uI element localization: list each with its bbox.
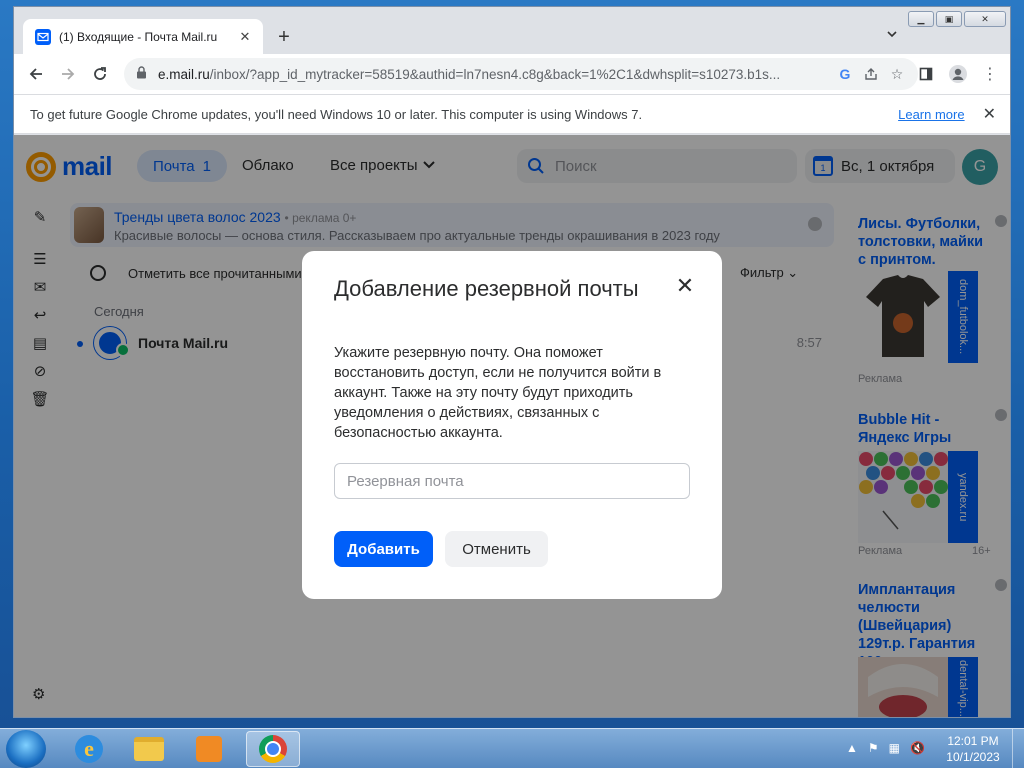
profile-icon[interactable]	[942, 58, 974, 90]
cancel-button[interactable]: Отменить	[445, 531, 548, 567]
system-tray: ▲ ⚑ ▦ 🔇	[846, 741, 925, 755]
internet-explorer-icon: e	[75, 735, 103, 763]
tab-inbox[interactable]: (1) Входящие - Почта Mail.ru ✕	[23, 19, 263, 54]
mail-page: mail Почта 1 Облако Все проекты Поиск 1 …	[14, 135, 1010, 717]
system-clock[interactable]: 12:01 PM 10/1/2023	[938, 733, 1008, 765]
network-icon[interactable]: ▦	[889, 741, 900, 755]
tab-strip: (1) Входящие - Почта Mail.ru ✕ + ▁ ▣ ✕	[14, 7, 1010, 54]
new-tab-button[interactable]: +	[272, 25, 296, 49]
chrome-icon	[259, 735, 287, 763]
media-player-icon	[196, 736, 222, 762]
tray-expand-icon[interactable]: ▲	[846, 741, 858, 755]
backup-email-input[interactable]	[334, 463, 690, 499]
minimize-button[interactable]: ▁	[908, 11, 934, 27]
tab-title: (1) Входящие - Почта Mail.ru	[59, 29, 218, 44]
taskbar-ie[interactable]: e	[62, 731, 116, 767]
dialog-close-icon[interactable]: ✕	[676, 275, 694, 297]
url-text: e.mail.ru/inbox/?app_id_mytracker=58519&…	[158, 66, 781, 82]
volume-muted-icon[interactable]: 🔇	[910, 741, 925, 755]
tab-close-icon[interactable]: ✕	[237, 29, 253, 45]
clock-date: 10/1/2023	[946, 750, 1000, 764]
start-button[interactable]	[6, 730, 46, 768]
taskbar-explorer[interactable]	[122, 731, 176, 767]
maximize-button[interactable]: ▣	[936, 11, 962, 27]
menu-kebab-icon[interactable]: ⋮	[974, 58, 1006, 90]
lock-icon[interactable]	[136, 66, 150, 82]
taskbar-media-player[interactable]	[182, 731, 236, 767]
address-bar[interactable]: e.mail.ru/inbox/?app_id_mytracker=58519&…	[124, 58, 918, 90]
back-icon[interactable]	[20, 58, 52, 90]
window-controls: ▁ ▣ ✕	[908, 11, 1006, 27]
toolbar-right: ⋮	[910, 58, 1006, 90]
browser-toolbar: e.mail.ru/inbox/?app_id_mytracker=58519&…	[14, 54, 1010, 94]
learn-more-link[interactable]: Learn more	[898, 107, 964, 122]
update-infobar: To get future Google Chrome updates, you…	[14, 94, 1010, 134]
infobar-message: To get future Google Chrome updates, you…	[30, 106, 643, 122]
chrome-window: (1) Входящие - Почта Mail.ru ✕ + ▁ ▣ ✕ e…	[13, 6, 1011, 718]
tab-search-chevron-icon[interactable]	[885, 27, 903, 45]
infobar-close-icon[interactable]: ✕	[983, 104, 996, 124]
dialog-description: Укажите резервную почту. Она поможет вос…	[334, 345, 662, 441]
folder-icon	[134, 737, 164, 761]
bookmark-star-icon[interactable]: ☆	[884, 61, 910, 87]
backup-email-dialog: Добавление резервной почты ✕ Укажите рез…	[302, 251, 722, 599]
share-icon[interactable]	[858, 61, 884, 87]
forward-icon[interactable]	[52, 58, 84, 90]
action-center-icon[interactable]: ⚑	[868, 741, 879, 755]
add-button[interactable]: Добавить	[334, 531, 433, 567]
close-window-button[interactable]: ✕	[964, 11, 1006, 27]
dialog-title: Добавление резервной почты	[334, 276, 639, 301]
google-lens-icon[interactable]: G	[832, 61, 858, 87]
windows-taskbar: e ▲ ⚑ ▦ 🔇 12:01 PM 10/1/2023	[0, 728, 1024, 768]
reload-icon[interactable]	[84, 58, 116, 90]
side-panel-icon[interactable]	[910, 58, 942, 90]
show-desktop-button[interactable]	[1012, 729, 1024, 768]
mail-favicon-icon	[35, 28, 51, 45]
clock-time: 12:01 PM	[947, 734, 999, 748]
taskbar-chrome[interactable]	[246, 731, 300, 767]
